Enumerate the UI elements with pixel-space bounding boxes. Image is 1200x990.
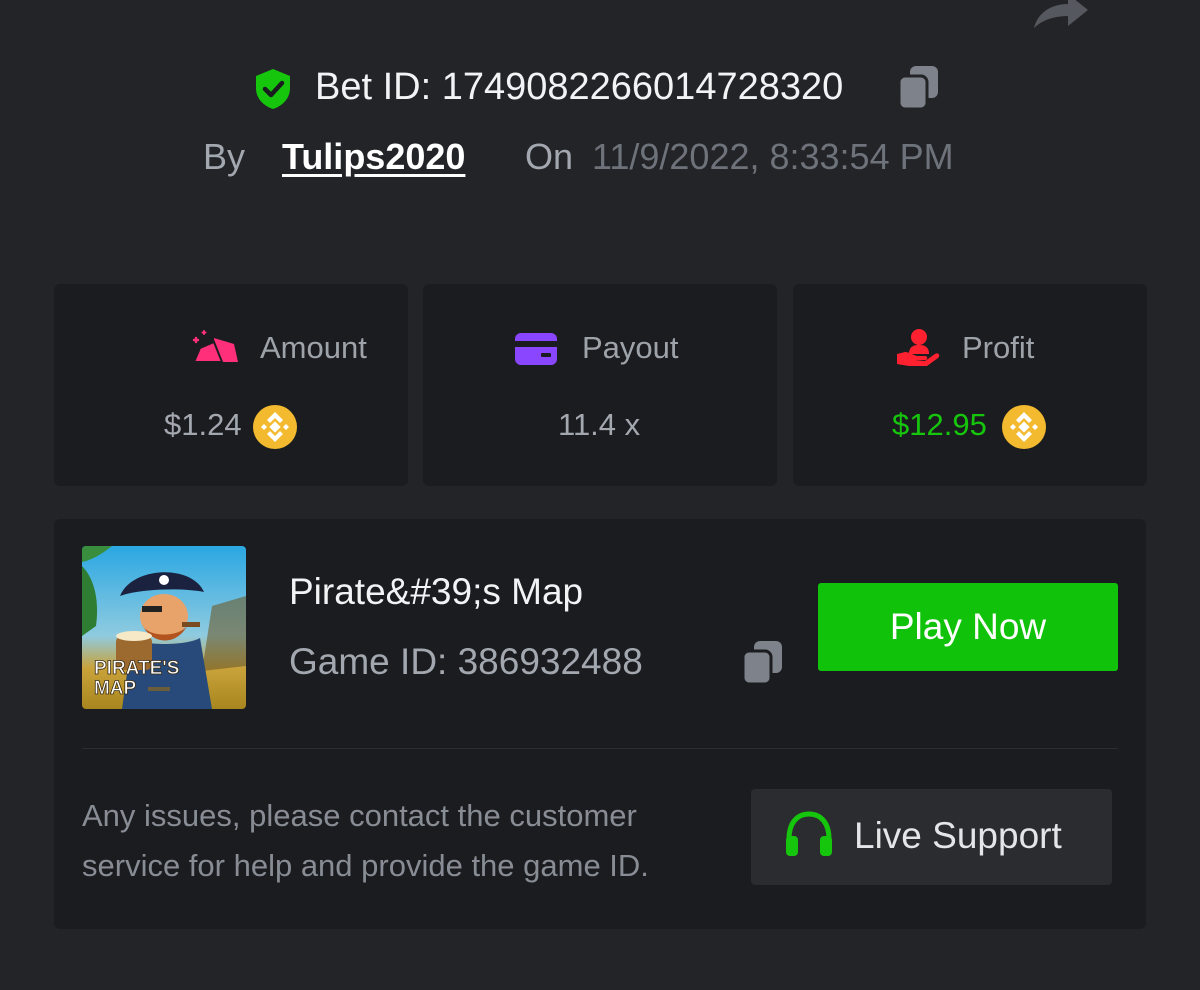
amount-card: Amount $1.24 bbox=[54, 284, 408, 486]
profit-title: Profit bbox=[793, 328, 1147, 368]
bet-header: Bet ID: 1749082266014728320 bbox=[0, 60, 1200, 116]
verified-shield-icon bbox=[256, 69, 290, 109]
game-name: Pirate&#39;s Map bbox=[289, 571, 584, 612]
amount-title: Amount bbox=[54, 328, 408, 368]
money-stack-icon bbox=[192, 330, 238, 363]
card-icon bbox=[515, 333, 557, 365]
amount-label: Amount bbox=[260, 330, 367, 365]
game-id: Game ID: 386932488 bbox=[289, 641, 643, 682]
game-panel: PIRATE'S MAP Pirate&#39;s Map Game ID: 3… bbox=[54, 519, 1146, 929]
profit-value-row: $12.95 bbox=[793, 404, 1147, 449]
thumbnail-title-line1: PIRATE'S bbox=[94, 658, 179, 679]
copy-icon[interactable] bbox=[740, 639, 786, 687]
profit-value: $12.95 bbox=[892, 407, 987, 442]
play-now-button[interactable]: Play Now bbox=[818, 583, 1118, 671]
bet-id: Bet ID: 1749082266014728320 bbox=[315, 66, 844, 108]
payout-title: Payout bbox=[423, 328, 777, 368]
amount-value-row: $1.24 bbox=[54, 404, 408, 449]
bnb-coin-icon bbox=[1002, 405, 1046, 449]
bnb-coin-icon bbox=[253, 405, 297, 449]
game-thumbnail[interactable]: PIRATE'S MAP bbox=[82, 546, 246, 709]
payout-value-row: 11.4 x bbox=[423, 404, 777, 448]
headset-icon bbox=[786, 811, 832, 856]
share-icon[interactable] bbox=[1028, 0, 1090, 32]
bet-meta: By Tulips2020 On 11/9/2022, 8:33:54 PM bbox=[0, 134, 1200, 182]
username-link[interactable]: Tulips2020 bbox=[282, 136, 465, 178]
payout-label: Payout bbox=[582, 330, 679, 365]
amount-value: $1.24 bbox=[164, 407, 242, 442]
hand-user-icon bbox=[897, 329, 940, 366]
divider bbox=[82, 748, 1118, 749]
help-text: Any issues, please contact the customer … bbox=[82, 798, 649, 883]
on-label: On bbox=[525, 136, 574, 177]
by-label: By bbox=[203, 136, 246, 177]
pirate-illustration: PIRATE'S MAP bbox=[82, 546, 246, 709]
profit-label: Profit bbox=[962, 330, 1035, 365]
live-support-button[interactable]: Live Support bbox=[751, 789, 1112, 885]
payout-value: 11.4 x bbox=[558, 407, 641, 442]
copy-icon[interactable] bbox=[896, 64, 942, 112]
payout-card: Payout 11.4 x bbox=[423, 284, 777, 486]
live-support-label: Live Support bbox=[854, 815, 1062, 856]
bet-date: 11/9/2022, 8:33:54 PM bbox=[592, 136, 954, 177]
thumbnail-title-line2: MAP bbox=[94, 678, 137, 699]
profit-card: Profit $12.95 bbox=[793, 284, 1147, 486]
